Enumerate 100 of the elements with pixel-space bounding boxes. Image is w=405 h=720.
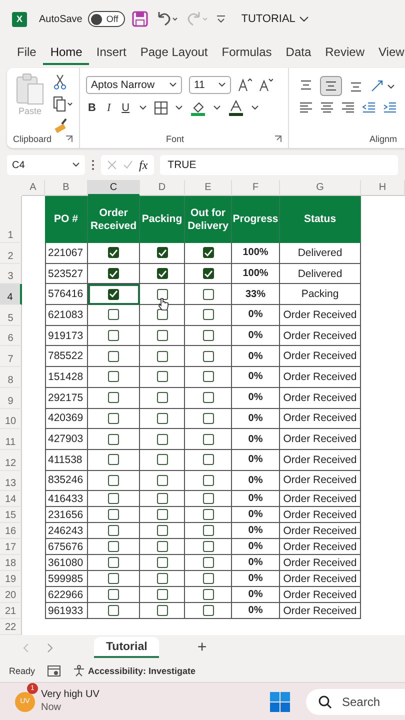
- checkbox[interactable]: [108, 557, 119, 568]
- row-header[interactable]: 10: [0, 408, 22, 430]
- checkbox[interactable]: [156, 493, 168, 504]
- row-header[interactable]: 3: [0, 264, 22, 284]
- checkbox[interactable]: [202, 392, 214, 404]
- checkbox[interactable]: [156, 247, 168, 258]
- ribbon-tab[interactable]: Review: [318, 41, 372, 65]
- checkbox[interactable]: [108, 509, 119, 520]
- row-header[interactable]: 13: [0, 470, 22, 492]
- dropdown-icon[interactable]: [250, 105, 259, 111]
- row-header[interactable]: 5: [0, 305, 22, 326]
- ribbon-tab[interactable]: File: [10, 41, 44, 65]
- row-header[interactable]: 11: [0, 429, 22, 450]
- borders-icon[interactable]: [154, 101, 168, 115]
- ribbon-tab[interactable]: View: [372, 41, 405, 65]
- row-header[interactable]: 16: [0, 523, 22, 540]
- formula-field[interactable]: TRUE: [160, 155, 398, 175]
- checkbox[interactable]: [156, 434, 168, 445]
- align-bottom-icon[interactable]: [349, 80, 363, 92]
- checkbox[interactable]: [202, 589, 214, 600]
- checkbox[interactable]: [202, 371, 214, 382]
- font-color-icon[interactable]: [228, 100, 244, 116]
- dialog-launcher-icon[interactable]: [65, 135, 73, 143]
- checkbox[interactable]: [156, 412, 168, 424]
- ribbon-tab[interactable]: Data: [278, 41, 318, 65]
- checkbox[interactable]: [202, 288, 214, 300]
- ribbon-tab[interactable]: Page Layout: [133, 41, 215, 65]
- checkbox[interactable]: [108, 268, 119, 280]
- row-header[interactable]: 8: [0, 367, 22, 388]
- align-left-icon[interactable]: [299, 102, 313, 114]
- checkbox[interactable]: [156, 330, 168, 342]
- checkbox[interactable]: [202, 573, 214, 584]
- fill-color-icon[interactable]: [190, 100, 206, 116]
- checkbox[interactable]: [156, 268, 168, 280]
- checkbox[interactable]: [156, 509, 168, 520]
- ribbon-tab[interactable]: Insert: [89, 41, 134, 65]
- add-sheet-button[interactable]: +: [191, 638, 213, 658]
- checkbox[interactable]: [108, 434, 119, 445]
- increase-indent-icon[interactable]: [383, 102, 397, 114]
- checkbox[interactable]: [156, 541, 168, 552]
- column-header[interactable]: H: [361, 180, 405, 196]
- row-header[interactable]: 1: [0, 196, 22, 243]
- checkbox[interactable]: [202, 330, 214, 342]
- dropdown-icon[interactable]: [138, 105, 147, 111]
- checkbox[interactable]: [108, 454, 119, 466]
- checkbox[interactable]: [108, 371, 119, 382]
- checkbox[interactable]: [202, 454, 214, 466]
- checkbox[interactable]: [108, 392, 119, 404]
- checkbox[interactable]: [156, 350, 168, 362]
- checkbox[interactable]: [202, 509, 214, 520]
- row-header[interactable]: 19: [0, 571, 22, 588]
- checkbox[interactable]: [108, 247, 119, 258]
- checkbox[interactable]: [202, 309, 214, 320]
- checkbox[interactable]: [108, 493, 119, 504]
- row-header[interactable]: 9: [0, 388, 22, 408]
- dropdown-icon[interactable]: [174, 105, 183, 111]
- checkbox[interactable]: [108, 605, 119, 616]
- row-header[interactable]: 18: [0, 555, 22, 572]
- checkbox[interactable]: [202, 525, 214, 536]
- checkbox[interactable]: [156, 589, 168, 600]
- checkbox[interactable]: [108, 309, 119, 320]
- copy-icon[interactable]: [53, 96, 73, 112]
- ribbon-tab[interactable]: Formulas: [214, 41, 279, 65]
- dropdown-icon[interactable]: [212, 105, 221, 111]
- row-header[interactable]: 20: [0, 587, 22, 604]
- chevron-down-icon[interactable]: [72, 162, 80, 168]
- checkbox[interactable]: [202, 541, 214, 552]
- row-header[interactable]: 15: [0, 507, 22, 524]
- font-size-field[interactable]: 11: [189, 76, 231, 94]
- checkbox[interactable]: [202, 247, 214, 258]
- checkbox[interactable]: [156, 605, 168, 616]
- row-header[interactable]: 6: [0, 326, 22, 346]
- align-top-icon[interactable]: [299, 80, 313, 92]
- macro-recording-icon[interactable]: [47, 665, 62, 678]
- checkbox[interactable]: [108, 330, 119, 342]
- document-title[interactable]: TUTORIAL: [241, 13, 310, 25]
- cut-icon[interactable]: [53, 74, 67, 90]
- row-header[interactable]: 21: [0, 603, 22, 620]
- excel-logo[interactable]: X: [12, 12, 27, 26]
- checkbox[interactable]: [202, 434, 214, 445]
- search-field[interactable]: Search: [306, 688, 405, 715]
- ribbon-tab[interactable]: Home: [43, 41, 90, 65]
- checkbox[interactable]: [202, 493, 214, 504]
- chevron-down-icon[interactable]: [299, 15, 310, 23]
- row-header[interactable]: 22: [0, 619, 22, 636]
- checkbox[interactable]: [202, 605, 214, 616]
- chevron-down-icon[interactable]: [169, 82, 177, 88]
- column-header[interactable]: C: [88, 180, 140, 196]
- row-header[interactable]: 17: [0, 539, 22, 556]
- checkbox[interactable]: [108, 412, 119, 424]
- checkbox[interactable]: [156, 392, 168, 404]
- align-right-icon[interactable]: [341, 102, 355, 114]
- checkbox[interactable]: [108, 350, 119, 362]
- checkbox[interactable]: [156, 371, 168, 382]
- checkbox[interactable]: [202, 474, 214, 486]
- insert-function-button[interactable]: fx: [139, 158, 148, 172]
- customize-icon[interactable]: [215, 13, 228, 25]
- checkbox[interactable]: [108, 525, 119, 536]
- checkbox[interactable]: [156, 525, 168, 536]
- font-name-field[interactable]: Aptos Narrow: [86, 76, 182, 94]
